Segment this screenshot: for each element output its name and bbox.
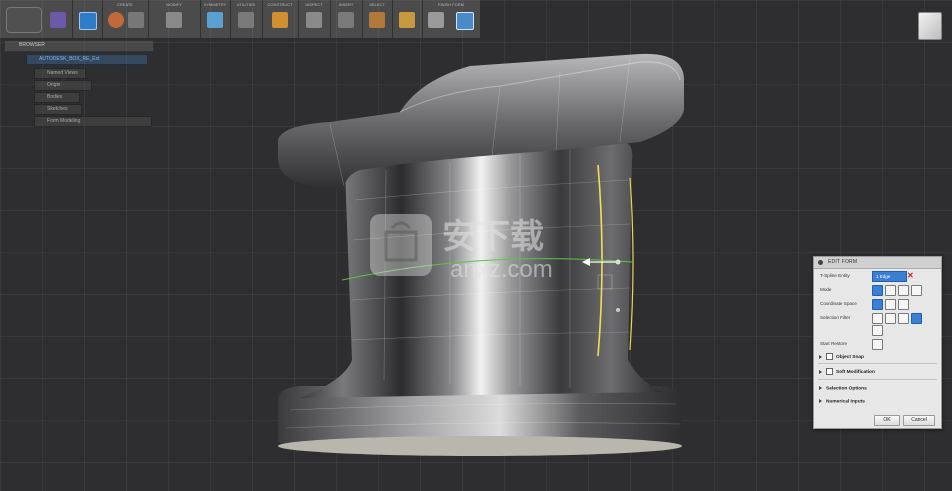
toolbar-group-finish[interactable]: FINISH FORM — [422, 0, 480, 38]
mode-move-icon[interactable] — [872, 285, 883, 296]
view-space-icon[interactable] — [885, 299, 896, 310]
construct-plane-icon[interactable] — [272, 12, 288, 28]
undo-icon[interactable] — [50, 12, 66, 28]
mode-scale-icon[interactable] — [911, 285, 922, 296]
mode-label: Mode — [820, 287, 832, 292]
browser-item-root[interactable]: AUTODESK_BOX_RE_Ext — [26, 54, 148, 65]
watermark: 安下载 anxz.com — [370, 202, 590, 290]
box-create-icon[interactable] — [108, 12, 124, 28]
browser-item-label: Origin — [47, 82, 61, 88]
start-restore-label: Start Restore — [820, 341, 848, 346]
toolbar-group-create[interactable]: CREATE — [102, 0, 149, 38]
toolbar-group-label: CONSTRUCT — [267, 2, 293, 7]
browser-item-label: Named Views — [47, 70, 78, 76]
utilities-icon[interactable] — [238, 12, 254, 28]
finish-form-icon[interactable] — [456, 12, 474, 30]
coordinate-space-label: Coordinate Space — [820, 301, 857, 306]
symmetry-icon[interactable] — [207, 12, 223, 28]
toolbar-group-symmetry[interactable]: SYMMETRY — [200, 0, 231, 38]
numerical-inputs-label: Numerical Inputs — [826, 399, 865, 405]
clear-selection-icon[interactable]: ✕ — [907, 271, 914, 280]
toolbar-group-label: INSERT — [338, 2, 354, 7]
dialog-title: EDIT FORM — [828, 259, 858, 265]
browser-item-origin[interactable]: Origin — [34, 80, 92, 91]
local-space-icon[interactable] — [898, 299, 909, 310]
toolbar-group-inspect[interactable]: INSPECT — [298, 0, 331, 38]
toolbar-group-label: SELECT — [369, 2, 385, 7]
filter-edge-icon[interactable] — [885, 313, 896, 324]
selection-options-section[interactable]: Selection Options — [819, 386, 867, 391]
toolbar-group-label: MODIFY — [166, 2, 182, 7]
filter-body-icon[interactable] — [872, 325, 883, 336]
toolbar-group-label: SYMMETRY — [203, 2, 227, 7]
edit-form-icon[interactable] — [166, 12, 182, 28]
mode-translate-icon[interactable] — [885, 285, 896, 296]
filter-face-icon[interactable] — [898, 313, 909, 324]
toolbar-group-utilities[interactable]: UTILITIES — [230, 0, 263, 38]
toolbar-group-extra[interactable] — [392, 0, 423, 38]
start-restore-icon[interactable] — [872, 339, 883, 350]
save-icon[interactable] — [79, 12, 97, 30]
toolbar-group-save[interactable] — [72, 0, 103, 38]
divider — [818, 379, 937, 380]
world-space-icon[interactable] — [872, 299, 883, 310]
soft-modification-label: Soft Modification — [836, 369, 875, 375]
tspline-entity-value: 1 Edge — [876, 274, 891, 279]
object-snap-checkbox[interactable] — [826, 353, 833, 360]
workspace-switcher-button[interactable] — [6, 7, 42, 33]
tspline-entity-selector[interactable]: 1 Edge — [872, 271, 907, 282]
select-icon[interactable] — [369, 12, 385, 28]
browser-panel: BROWSER AUTODESK_BOX_RE_Ext Named Views … — [4, 40, 154, 132]
object-snap-section[interactable]: Object Snap — [819, 353, 864, 360]
selection-filter-label: Selection Filter — [820, 315, 851, 320]
toolbar-group-label: CREATE — [117, 2, 133, 7]
soft-modification-section[interactable]: Soft Modification — [819, 368, 875, 375]
browser-item-bodies[interactable]: Bodies — [34, 92, 80, 103]
browser-item-named-views[interactable]: Named Views — [34, 68, 86, 79]
numerical-inputs-section[interactable]: Numerical Inputs — [819, 399, 865, 404]
toolbar-group-insert[interactable]: INSERT — [330, 0, 363, 38]
browser-item-label: AUTODESK_BOX_RE_Ext — [39, 56, 100, 62]
browser-item-form[interactable]: Form Modeling — [34, 116, 152, 127]
toolbar-group-label: FINISH FORM — [438, 2, 464, 7]
soft-modification-checkbox[interactable] — [826, 368, 833, 375]
browser-item-sketches[interactable]: Sketches — [34, 104, 82, 115]
toolbar-group-label: INSPECT — [305, 2, 323, 7]
dialog-collapse-icon[interactable] — [818, 260, 823, 265]
toolbar-group-label: UTILITIES — [236, 2, 256, 7]
browser-item-label: Sketches — [47, 106, 68, 112]
toolbar-group-undo[interactable] — [44, 0, 73, 38]
gear-icon[interactable] — [399, 12, 415, 28]
browser-item-label: Form Modeling — [47, 118, 81, 124]
svg-text:安下载: 安下载 — [442, 217, 544, 257]
selection-options-label: Selection Options — [826, 386, 867, 392]
edit-form-dialog: EDIT FORM T-Spline Entity 1 Edge ✕ Mode … — [813, 256, 942, 429]
toolbar-group-select[interactable]: SELECT — [362, 0, 393, 38]
browser-title: BROWSER — [19, 42, 45, 48]
tspline-entity-label: T-Spline Entity — [820, 273, 850, 278]
main-toolbar: CREATE MODIFY SYMMETRY UTILITIES CONSTRU… — [0, 0, 480, 39]
toolbar-group-modify[interactable]: MODIFY — [148, 0, 201, 38]
canvas-viewport[interactable]: CREATE MODIFY SYMMETRY UTILITIES CONSTRU… — [0, 0, 952, 491]
toolbar-group-construct[interactable]: CONSTRUCT — [262, 0, 299, 38]
browser-header[interactable]: BROWSER — [4, 40, 154, 52]
object-snap-label: Object Snap — [836, 354, 864, 360]
watermark-logo: 安下载 anxz.com — [370, 214, 553, 283]
dialog-title-bar[interactable]: EDIT FORM — [814, 257, 941, 269]
image-icon[interactable] — [428, 12, 444, 28]
plane-create-icon[interactable] — [128, 12, 144, 28]
filter-all-icon[interactable] — [911, 313, 922, 324]
mode-rotate-icon[interactable] — [898, 285, 909, 296]
cancel-button[interactable]: Cancel — [903, 415, 935, 426]
divider — [818, 363, 937, 364]
insert-icon[interactable] — [338, 12, 354, 28]
svg-text:anxz.com: anxz.com — [450, 256, 553, 283]
filter-vertex-icon[interactable] — [872, 313, 883, 324]
view-cube-icon[interactable] — [918, 12, 942, 40]
browser-item-label: Bodies — [47, 94, 63, 100]
ok-button[interactable]: OK — [874, 415, 900, 426]
measure-icon[interactable] — [306, 12, 322, 28]
